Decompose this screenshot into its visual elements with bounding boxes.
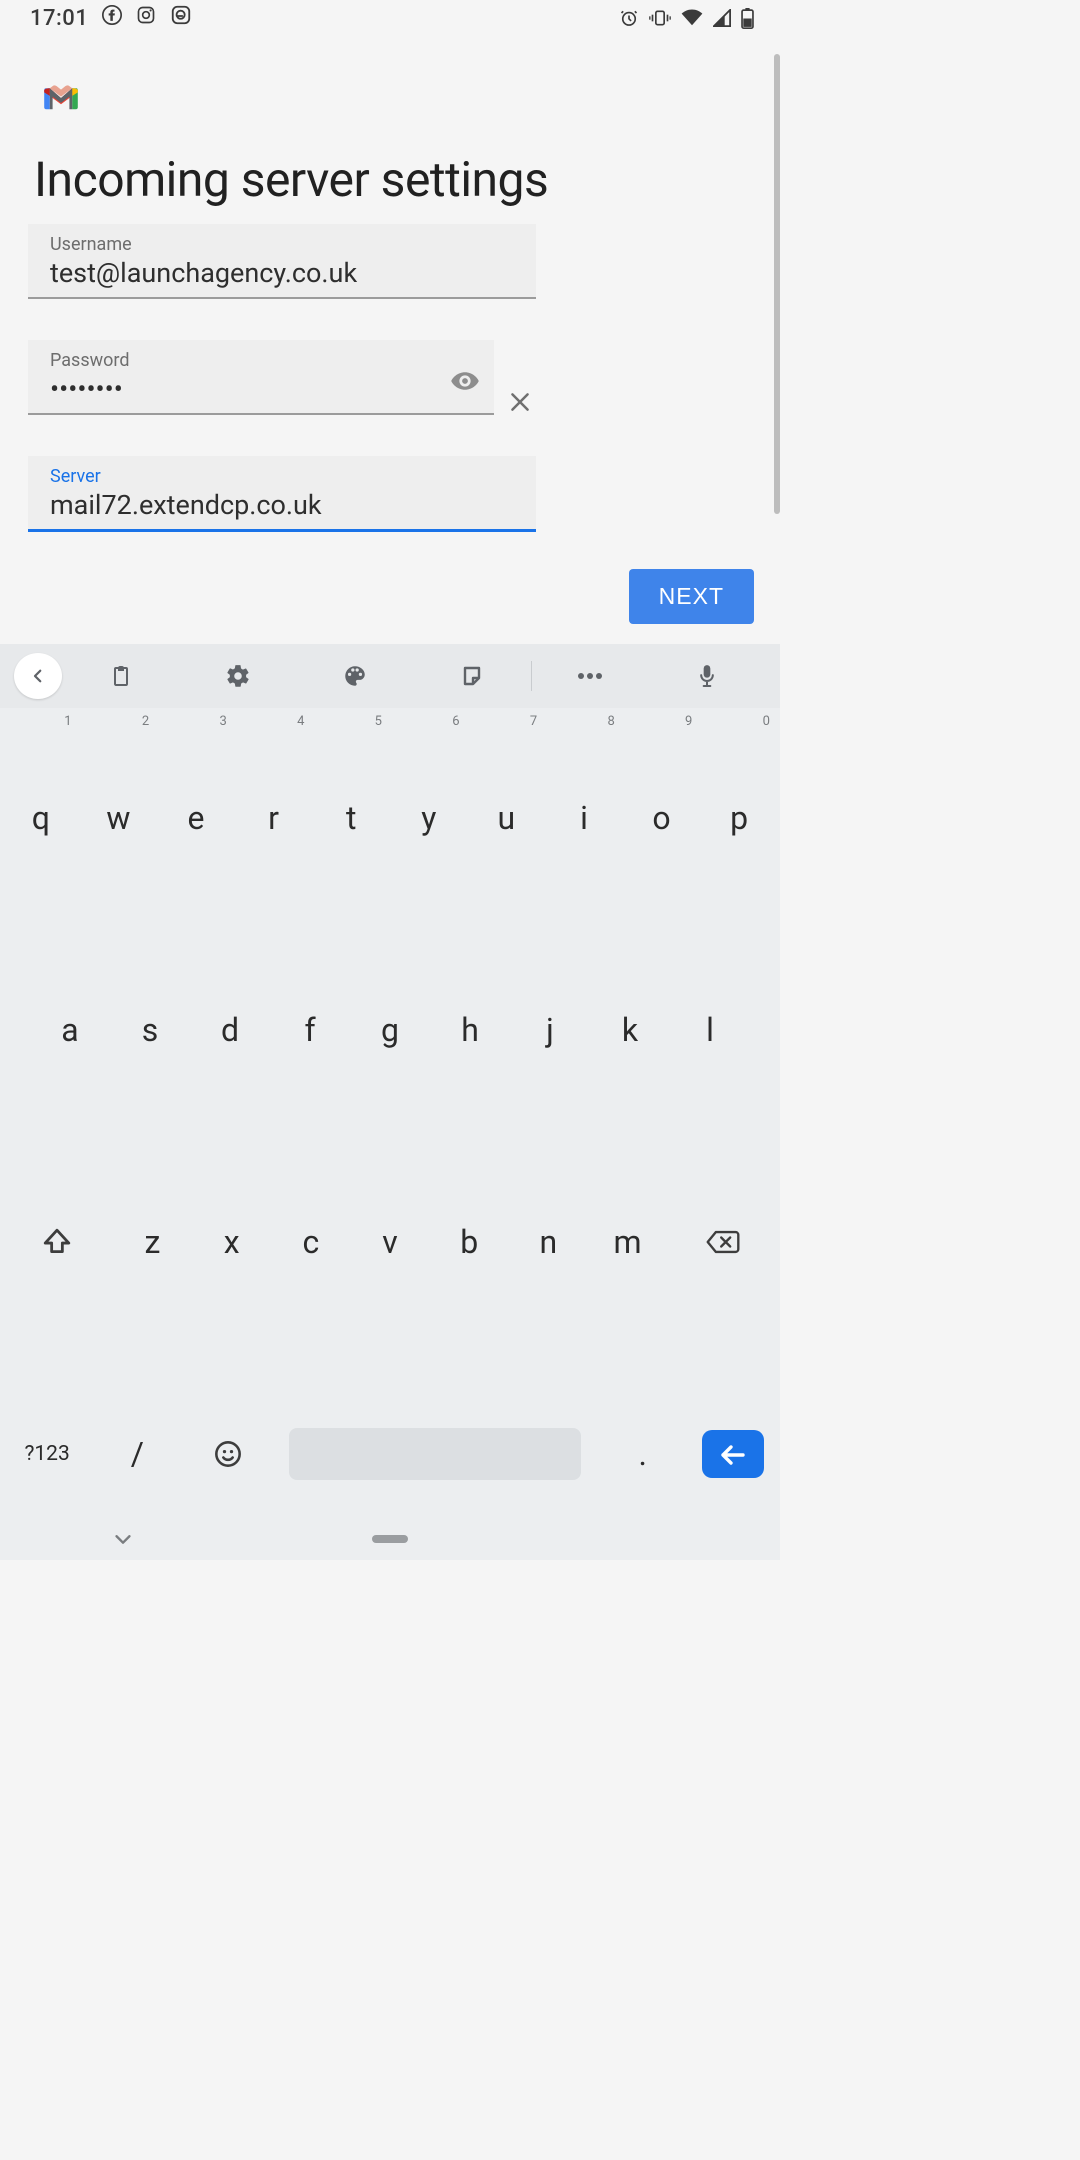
sticker-icon[interactable] — [414, 652, 531, 700]
page-title: Incoming server settings — [34, 151, 548, 208]
key-c[interactable]: c — [271, 1136, 350, 1348]
key-g[interactable]: g — [350, 924, 430, 1136]
key-q[interactable]: 1q — [2, 712, 80, 924]
key-z[interactable]: z — [113, 1136, 192, 1348]
key-p[interactable]: 0p — [700, 712, 778, 924]
key-m[interactable]: m — [588, 1136, 667, 1348]
key-o[interactable]: 9o — [623, 712, 701, 924]
palette-icon[interactable] — [296, 652, 413, 700]
server-value: mail72.extendcp.co.uk — [50, 489, 514, 521]
instagram-icon — [136, 5, 156, 31]
server-field[interactable]: Server mail72.extendcp.co.uk — [28, 456, 536, 532]
key-j[interactable]: j — [510, 924, 590, 1136]
key-u[interactable]: 7u — [468, 712, 546, 924]
key-w[interactable]: 2w — [80, 712, 158, 924]
epost-icon — [170, 4, 192, 32]
key-n[interactable]: n — [509, 1136, 588, 1348]
status-clock: 17:01 — [30, 6, 88, 31]
chevron-left-icon[interactable] — [14, 653, 62, 699]
shift-key[interactable] — [2, 1136, 113, 1348]
clipboard-icon[interactable] — [62, 652, 179, 700]
gear-icon[interactable] — [179, 652, 296, 700]
facebook-icon — [102, 5, 122, 31]
clear-password-icon[interactable] — [502, 384, 538, 420]
key-y[interactable]: 6y — [390, 712, 468, 924]
key-b[interactable]: b — [430, 1136, 509, 1348]
signal-icon — [713, 9, 731, 27]
mic-icon[interactable] — [649, 652, 766, 700]
key-t[interactable]: 5t — [312, 712, 390, 924]
username-value: test@launchagency.co.uk — [50, 257, 514, 289]
keyboard: 1q2w3e4r5t6y7u8i9o0p asdfghjkl zxcvbnm ?… — [0, 644, 780, 1560]
key-e[interactable]: 3e — [157, 712, 235, 924]
more-icon[interactable] — [532, 652, 649, 700]
key-d[interactable]: d — [190, 924, 270, 1136]
gmail-logo-icon — [42, 84, 80, 116]
backspace-key[interactable] — [667, 1136, 778, 1348]
show-password-icon[interactable] — [448, 364, 482, 398]
battery-icon — [741, 8, 754, 29]
server-label: Server — [50, 466, 514, 487]
next-button[interactable]: NEXT — [629, 569, 754, 624]
key-v[interactable]: v — [350, 1136, 429, 1348]
password-value: •••••••• — [50, 373, 472, 405]
home-pill[interactable] — [372, 1535, 408, 1543]
status-bar: 17:01 — [0, 0, 780, 36]
wifi-icon — [681, 9, 703, 27]
username-label: Username — [50, 234, 514, 255]
key-x[interactable]: x — [192, 1136, 271, 1348]
key-k[interactable]: k — [590, 924, 670, 1136]
keyboard-rows: 1q2w3e4r5t6y7u8i9o0p asdfghjkl zxcvbnm ?… — [0, 708, 780, 1560]
scrollbar[interactable] — [774, 54, 780, 514]
alarm-icon — [619, 8, 639, 28]
key-a[interactable]: a — [30, 924, 110, 1136]
password-label: Password — [50, 350, 472, 371]
key-s[interactable]: s — [110, 924, 190, 1136]
keyboard-toolbar — [0, 644, 780, 708]
key-i[interactable]: 8i — [545, 712, 623, 924]
username-field[interactable]: Username test@launchagency.co.uk — [28, 224, 536, 299]
key-h[interactable]: h — [430, 924, 510, 1136]
keyboard-hide-icon[interactable] — [112, 1528, 134, 1554]
app-content: Incoming server settings Username test@l… — [0, 36, 780, 640]
key-f[interactable]: f — [270, 924, 350, 1136]
vibrate-icon — [649, 8, 671, 28]
key-l[interactable]: l — [670, 924, 750, 1136]
nav-bar — [0, 1518, 780, 1560]
password-field[interactable]: Password •••••••• — [28, 340, 494, 415]
key-r[interactable]: 4r — [235, 712, 313, 924]
